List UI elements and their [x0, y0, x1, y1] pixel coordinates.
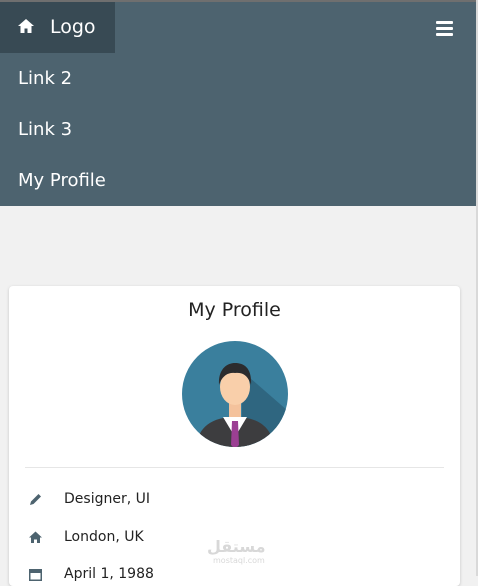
logo-link[interactable]: Logo — [0, 2, 115, 53]
profile-birthdate: April 1, 1988 — [64, 566, 154, 582]
watermark: مستقل — [207, 537, 266, 556]
nav-link-2[interactable]: Link 2 — [18, 67, 72, 91]
divider — [25, 467, 444, 468]
hamburger-icon — [436, 21, 453, 24]
hamburger-menu-button[interactable] — [436, 21, 453, 36]
watermark-url: mostaql.com — [213, 556, 265, 565]
nav-link-3[interactable]: Link 3 — [18, 118, 72, 142]
navbar: Logo Link 2 Link 3 My Profile — [0, 2, 476, 206]
home-icon — [29, 531, 42, 543]
profile-job: Designer, UI — [64, 491, 150, 507]
person-avatar-icon — [182, 341, 288, 447]
home-icon — [18, 19, 34, 33]
calendar-icon — [29, 569, 42, 581]
hamburger-icon-bar — [436, 27, 453, 30]
profile-location: London, UK — [64, 529, 144, 545]
page-title: My Profile — [188, 299, 281, 321]
hamburger-icon-bar — [436, 33, 453, 36]
pencil-icon — [30, 494, 41, 505]
logo-label: Logo — [50, 16, 96, 38]
nav-link-my-profile[interactable]: My Profile — [18, 169, 106, 193]
